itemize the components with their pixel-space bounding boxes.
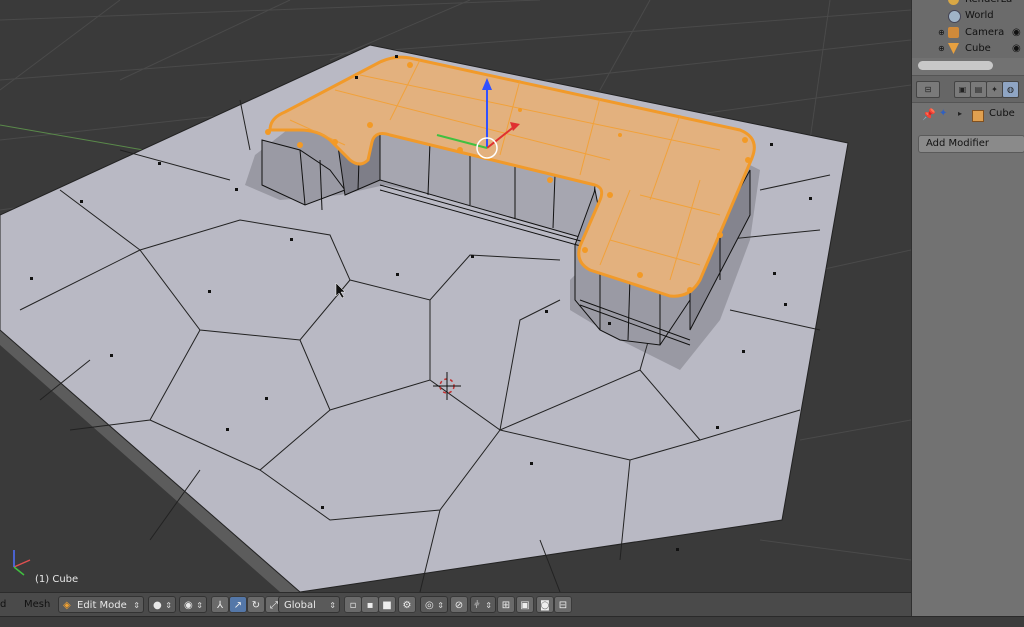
object-icon <box>972 110 984 122</box>
edit-mode-icon: ◈ <box>63 600 71 611</box>
render-layers-icon <box>948 0 959 5</box>
camera-icon: ▣ <box>958 85 967 94</box>
editor-type-button[interactable]: ⊟ <box>916 81 940 98</box>
render-image-button[interactable]: ◙ <box>536 596 554 613</box>
properties-icon: ⊟ <box>924 85 932 94</box>
dropdown-arrows-icon: ⇕ <box>329 601 336 610</box>
rotate-icon: ↻ <box>251 600 261 611</box>
add-modifier-button[interactable]: Add Modifier <box>918 135 1024 153</box>
clapper-icon: ⊟ <box>558 600 568 611</box>
mode-dropdown[interactable]: ◈ Edit Mode ⇕ <box>58 596 144 613</box>
limit-selection-icon: ⚙ <box>402 600 412 611</box>
properties-tabs: ⊟ ▣ ▤ ✦ ◍ <box>912 75 1024 103</box>
tab-world[interactable]: ◍ <box>1002 81 1019 98</box>
vertex-select-icon: ▫ <box>349 600 357 611</box>
pivot-icon: ◉ <box>184 600 193 611</box>
face-select-button[interactable]: ■ <box>378 596 396 613</box>
vertex-select-button[interactable]: ▫ <box>344 596 362 613</box>
layers-icon: ▤ <box>974 85 983 94</box>
outliner[interactable]: RenderLa World ⊕ Camera ◉ ⊕ Cube ◉ <box>912 0 1024 58</box>
dropdown-arrows-icon: ⇕ <box>437 601 444 610</box>
camera-render-icon: ▣ <box>520 600 530 611</box>
mesh-icon <box>948 43 959 54</box>
context-object-name: Cube <box>989 108 1015 119</box>
expand-icon[interactable]: ⊕ <box>938 25 945 41</box>
solid-shading-icon: ● <box>153 600 162 611</box>
timeline-strip <box>0 616 1024 627</box>
expand-icon[interactable]: ⊕ <box>938 41 945 57</box>
dropdown-arrows-icon: ⇕ <box>485 601 492 610</box>
outliner-item-world[interactable]: World <box>912 8 1024 24</box>
proportional-edit-icon: ◎ <box>425 600 434 611</box>
mesh-menu[interactable]: Mesh <box>24 596 50 613</box>
viewport-scene <box>0 0 911 592</box>
pivot-point-dropdown[interactable]: ◉ ⇕ <box>179 596 207 613</box>
tab-render-layers[interactable]: ▤ <box>970 81 987 98</box>
magnet-icon: ⊘ <box>454 600 464 611</box>
snap-element-dropdown[interactable]: ⫩ ⇕ <box>470 596 496 613</box>
chevron-right-icon: ▸ <box>958 109 963 118</box>
outliner-item-cube[interactable]: ⊕ Cube ◉ <box>912 41 1024 57</box>
transform-orientation-dropdown[interactable]: Global ⇕ <box>278 596 340 613</box>
viewport-header: d Mesh ◈ Edit Mode ⇕ ● ⇕ ◉ ⇕ ⅄ ↗ ↻ ⤢ Glo… <box>0 592 911 617</box>
eye-icon[interactable]: ◉ <box>1012 25 1021 41</box>
render-still-icon: ◙ <box>540 600 550 611</box>
context-path: 📌 ✦ ▸ Cube <box>912 105 1024 125</box>
snap-increment-icon: ⫩ <box>474 600 480 611</box>
axes-widget-icon <box>13 550 31 576</box>
edge-select-icon: ▪ <box>366 600 374 611</box>
scene-icon: ✦ <box>991 85 998 94</box>
dropdown-arrows-icon: ⇕ <box>165 601 172 610</box>
world-icon: ◍ <box>1007 85 1014 94</box>
viewport-shading-dropdown[interactable]: ● ⇕ <box>148 596 176 613</box>
snap-target-button[interactable]: ⊞ <box>497 596 515 613</box>
orientation-label: Global <box>284 600 316 611</box>
view-menu[interactable]: d <box>0 596 6 613</box>
arrow-icon: ↗ <box>233 600 243 611</box>
scale-icon: ⤢ <box>270 600 278 611</box>
active-object-label: (1) Cube <box>35 574 79 585</box>
3d-viewport[interactable]: (1) Cube <box>0 0 911 592</box>
mode-label: Edit Mode <box>77 600 127 611</box>
rotate-manipulator-button[interactable]: ↻ <box>247 596 265 613</box>
outliner-item-camera[interactable]: ⊕ Camera ◉ <box>912 25 1024 41</box>
limit-selection-button[interactable]: ⚙ <box>398 596 416 613</box>
proportional-edit-dropdown[interactable]: ◎ ⇕ <box>420 596 448 613</box>
outliner-item-renderlayers[interactable]: RenderLa <box>912 0 1024 8</box>
modifier-wrench-icon: ✦ <box>939 108 948 119</box>
render-animation-button[interactable]: ⊟ <box>554 596 572 613</box>
face-select-icon: ■ <box>382 600 392 611</box>
outliner-scrollbar[interactable] <box>918 61 993 70</box>
translate-manipulator-button[interactable]: ↗ <box>229 596 247 613</box>
snap-toggle-button[interactable]: ⊘ <box>450 596 468 613</box>
camera-icon <box>948 27 959 38</box>
snap-target-icon: ⊞ <box>501 600 511 611</box>
dropdown-arrows-icon: ⇕ <box>133 601 140 610</box>
opengl-render-button[interactable]: ▣ <box>516 596 534 613</box>
world-icon <box>948 10 961 23</box>
manipulator-icon: ⅄ <box>216 600 224 611</box>
manipulator-toggle-button[interactable]: ⅄ <box>211 596 229 613</box>
edge-select-button[interactable]: ▪ <box>361 596 379 613</box>
tab-scene[interactable]: ✦ <box>986 81 1003 98</box>
pin-icon[interactable]: 📌 <box>922 108 936 121</box>
dropdown-arrows-icon: ⇕ <box>196 601 203 610</box>
tab-render[interactable]: ▣ <box>954 81 971 98</box>
eye-icon[interactable]: ◉ <box>1012 41 1021 57</box>
right-panel: RenderLa World ⊕ Camera ◉ ⊕ Cube ◉ ⊟ ▣ ▤… <box>911 0 1024 616</box>
